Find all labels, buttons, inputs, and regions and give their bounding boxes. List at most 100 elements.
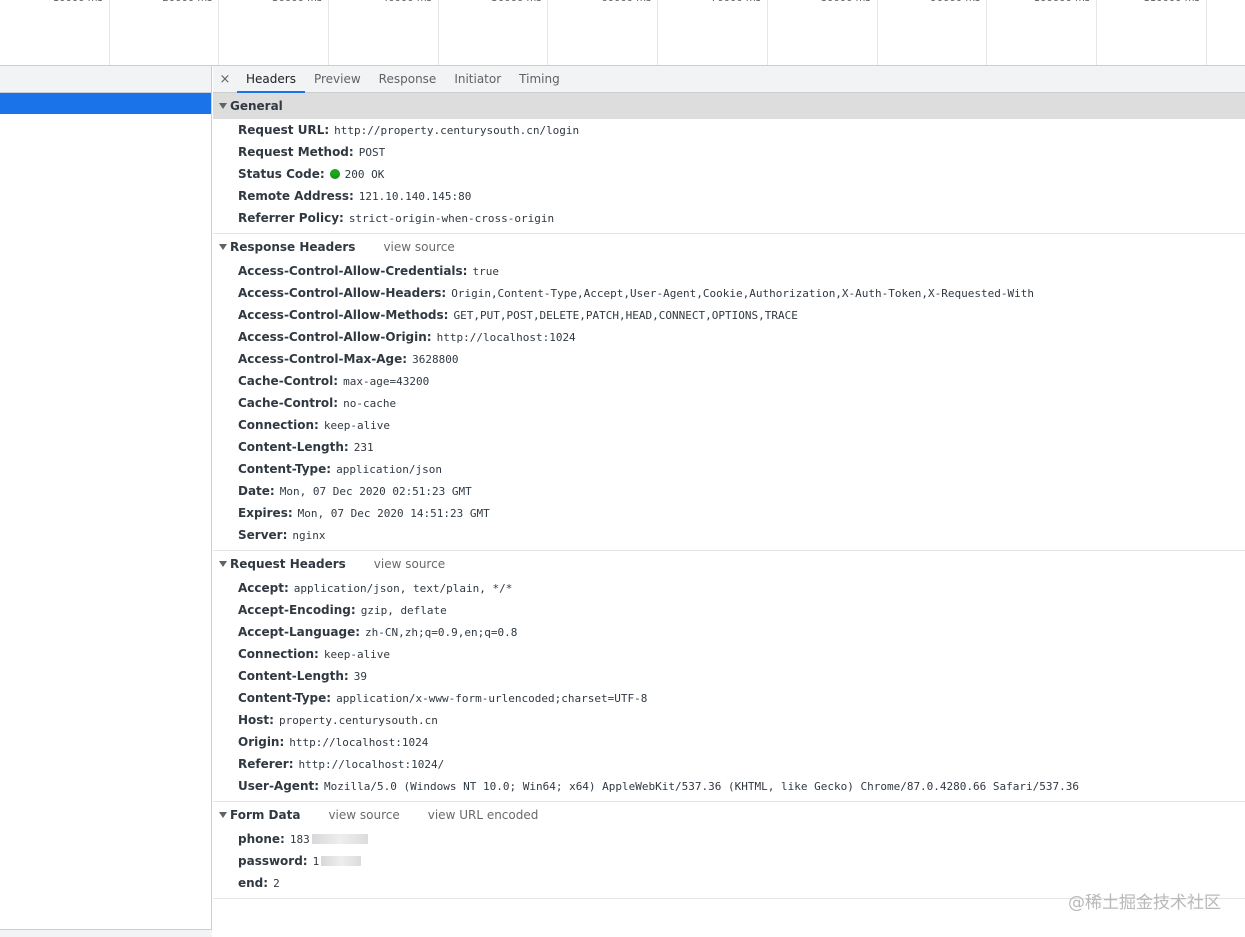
header-value: 2 bbox=[273, 876, 280, 890]
header-row: User-Agent: Mozilla/5.0 (Windows NT 10.0;… bbox=[213, 775, 1245, 797]
header-row: Access-Control-Allow-Headers: Origin,Cont… bbox=[213, 282, 1245, 304]
header-name: phone: bbox=[238, 832, 285, 846]
timeline-cell: 10000 ms bbox=[0, 0, 110, 65]
header-name: Access-Control-Allow-Methods: bbox=[238, 308, 449, 322]
timeline-cell: 70000 ms bbox=[658, 0, 768, 65]
header-name: Content-Type: bbox=[238, 462, 332, 476]
header-name: Content-Length: bbox=[238, 669, 349, 683]
timeline-tick-label: 60000 ms bbox=[601, 0, 651, 4]
header-name: Access-Control-Max-Age: bbox=[238, 352, 408, 366]
timeline-cell: 20000 ms bbox=[110, 0, 220, 65]
header-name: Access-Control-Allow-Credentials: bbox=[238, 264, 468, 278]
view-source-link[interactable]: view source bbox=[328, 808, 399, 822]
header-name: Expires: bbox=[238, 506, 293, 520]
header-value: 200 OK bbox=[344, 167, 385, 181]
view-source-link[interactable]: view source bbox=[383, 240, 454, 254]
header-row: Accept-Encoding: gzip, deflate bbox=[213, 599, 1245, 621]
request-row-selected[interactable] bbox=[0, 93, 211, 114]
tab-response[interactable]: Response bbox=[370, 66, 446, 92]
status-ok-icon bbox=[329, 169, 340, 179]
header-value: Origin,Content-Type,Accept,User-Agent,Co… bbox=[451, 286, 1034, 300]
header-name: User-Agent: bbox=[238, 779, 320, 793]
view-url-encoded-link[interactable]: view URL encoded bbox=[428, 808, 539, 822]
header-row: Access-Control-Allow-Origin: http://local… bbox=[213, 326, 1245, 348]
view-source-link[interactable]: view source bbox=[374, 557, 445, 571]
header-row: Referer: http://localhost:1024/ bbox=[213, 753, 1245, 775]
header-name: Content-Length: bbox=[238, 440, 349, 454]
header-value: true bbox=[472, 264, 499, 278]
header-value: http://localhost:1024 bbox=[436, 330, 576, 344]
header-value: 3628800 bbox=[412, 352, 459, 366]
timeline-tick-label: 70000 ms bbox=[711, 0, 761, 4]
header-value: Mon, 07 Dec 2020 14:51:23 GMT bbox=[297, 506, 490, 520]
header-name: Content-Type: bbox=[238, 691, 332, 705]
request-details-pane: × Headers Preview Response Initiator Timing … bbox=[213, 66, 1245, 937]
timeline-tick-label: 30000 ms bbox=[272, 0, 322, 4]
timeline-tick-label: 40000 ms bbox=[382, 0, 432, 4]
header-name: Accept-Encoding: bbox=[238, 603, 356, 617]
header-value: keep-alive bbox=[323, 418, 391, 432]
timeline-tick-label: 20000 ms bbox=[162, 0, 212, 4]
request-list-footer bbox=[0, 929, 212, 937]
header-name: Cache-Control: bbox=[238, 374, 339, 388]
header-name: Connection: bbox=[238, 418, 319, 432]
header-name: Date: bbox=[238, 484, 275, 498]
header-row: Remote Address: 121.10.140.145:80 bbox=[213, 185, 1245, 207]
form-data-toggle[interactable]: Form Data view source view URL encoded bbox=[213, 802, 1245, 828]
header-name: password: bbox=[238, 854, 308, 868]
watermark: @稀土掘金技术社区 bbox=[1068, 893, 1221, 913]
header-row: Date: Mon, 07 Dec 2020 02:51:23 GMT bbox=[213, 480, 1245, 502]
timeline-tick-label: 90000 ms bbox=[930, 0, 980, 4]
header-name: Access-Control-Allow-Origin: bbox=[238, 330, 432, 344]
header-name: Status Code: bbox=[238, 167, 325, 181]
tab-headers[interactable]: Headers bbox=[237, 66, 305, 93]
header-name: Accept: bbox=[238, 581, 289, 595]
section-title: Response Headers bbox=[230, 240, 356, 254]
request-list bbox=[0, 66, 212, 937]
header-name: Connection: bbox=[238, 647, 319, 661]
redacted-blur bbox=[311, 834, 368, 844]
header-row: Request Method: POST bbox=[213, 141, 1245, 163]
header-value: 121.10.140.145:80 bbox=[358, 189, 472, 203]
triangle-down-icon bbox=[219, 244, 227, 250]
header-value: POST bbox=[358, 145, 386, 159]
tab-initiator[interactable]: Initiator bbox=[445, 66, 510, 92]
header-name: Origin: bbox=[238, 735, 285, 749]
request-headers-toggle[interactable]: Request Headers view source bbox=[213, 551, 1245, 577]
header-value: application/x-www-form-urlencoded;charse… bbox=[336, 691, 648, 705]
timeline-cell: 80000 ms bbox=[768, 0, 878, 65]
timeline-cell: 40000 ms bbox=[329, 0, 439, 65]
header-value: http://localhost:1024/ bbox=[298, 757, 445, 771]
header-value: strict-origin-when-cross-origin bbox=[348, 211, 555, 225]
header-name: Cache-Control: bbox=[238, 396, 339, 410]
header-value: keep-alive bbox=[323, 647, 391, 661]
timeline-cell: 30000 ms bbox=[219, 0, 330, 65]
tab-preview[interactable]: Preview bbox=[305, 66, 370, 92]
close-icon[interactable]: × bbox=[213, 66, 237, 92]
header-row: Status Code: 200 OK bbox=[213, 163, 1245, 185]
header-row: Accept: application/json, text/plain, */* bbox=[213, 577, 1245, 599]
header-name: end: bbox=[238, 876, 269, 890]
timeline-cell: 90000 ms bbox=[878, 0, 988, 65]
header-value: property.centurysouth.cn bbox=[278, 713, 438, 727]
form-data-section: Form Data view source view URL encoded p… bbox=[213, 802, 1245, 899]
header-row: Server: nginx bbox=[213, 524, 1245, 546]
header-row: Host: property.centurysouth.cn bbox=[213, 709, 1245, 731]
response-headers-toggle[interactable]: Response Headers view source bbox=[213, 234, 1245, 260]
header-row: Access-Control-Allow-Credentials: true bbox=[213, 260, 1245, 282]
header-row: Referrer Policy: strict-origin-when-cross… bbox=[213, 207, 1245, 229]
header-value: gzip, deflate bbox=[360, 603, 447, 617]
request-headers-section: Request Headers view source Accept: appli… bbox=[213, 551, 1245, 802]
triangle-down-icon bbox=[219, 103, 227, 109]
timeline-cell: 110000 ms bbox=[1097, 0, 1207, 65]
header-name: Access-Control-Allow-Headers: bbox=[238, 286, 447, 300]
header-row: Access-Control-Max-Age: 3628800 bbox=[213, 348, 1245, 370]
header-row: phone: 183 bbox=[213, 828, 1245, 850]
redacted-blur bbox=[321, 856, 362, 866]
header-name: Host: bbox=[238, 713, 274, 727]
header-value: 231 bbox=[353, 440, 374, 454]
general-section-toggle[interactable]: General bbox=[213, 93, 1245, 119]
header-row: Content-Type: application/json bbox=[213, 458, 1245, 480]
header-row: Cache-Control: max-age=43200 bbox=[213, 370, 1245, 392]
tab-timing[interactable]: Timing bbox=[510, 66, 569, 92]
